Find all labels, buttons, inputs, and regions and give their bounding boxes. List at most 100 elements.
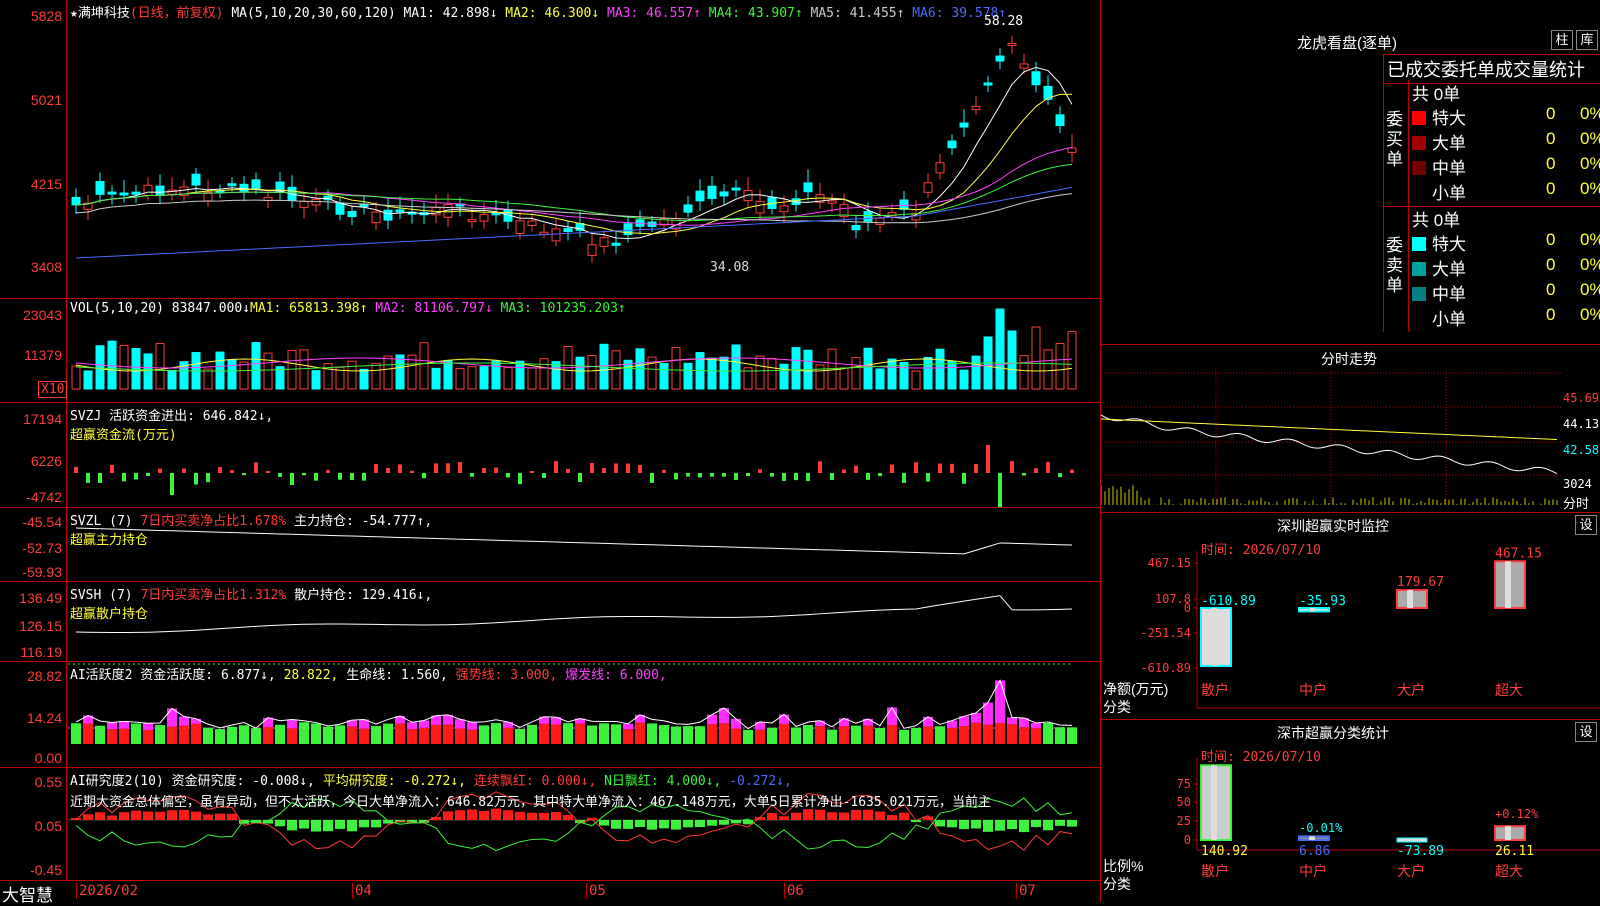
svsh-pane[interactable]: 136.49 126.15 116.19 SVSH (7) 7日内买卖净占比1.… — [0, 581, 1100, 662]
research-bar — [959, 820, 969, 830]
activity-bar — [995, 722, 1005, 744]
x-tick: 07 — [1016, 883, 1036, 899]
x-tick: 04 — [352, 883, 372, 899]
activity-bar-top — [407, 722, 417, 730]
color-swatch — [1412, 186, 1426, 200]
flow-bar — [134, 473, 138, 480]
class-ylabel: 比例% — [1103, 858, 1144, 874]
buy-row: 中单 0 0% — [1412, 154, 1600, 179]
candle-body — [227, 183, 237, 187]
volume-bar — [431, 367, 441, 390]
research-bar — [143, 811, 153, 820]
activity-bar — [911, 727, 921, 744]
volume-bar — [203, 368, 213, 390]
sell-total: 共 0单 — [1412, 211, 1461, 230]
color-swatch — [1412, 237, 1426, 251]
buy-row: 大单 0 0% — [1412, 129, 1600, 154]
volume-bar — [383, 355, 393, 390]
classification-panel[interactable]: 深市超赢分类统计 设 时间: 2026/07/10 75 50 25 0 140.92 散… — [1100, 719, 1600, 901]
flow-bar — [446, 463, 450, 473]
intraday-panel[interactable]: 分时走势 45.69 44.13 42.58 3024 分时 — [1100, 344, 1600, 513]
candle-body — [683, 204, 693, 213]
monitor-bar-chart: 467.15107.80-251.54-610.89-610.89散户-35.9… — [1140, 546, 1600, 709]
ai-research-pane[interactable]: 0.55 0.05 -0.45 AI研究度2(10) 资金研究度: -0.008… — [0, 767, 1100, 881]
flow-bar — [74, 466, 78, 473]
flow-bar — [422, 473, 426, 479]
flow-bar — [794, 473, 798, 481]
flow-bar — [470, 473, 474, 477]
research-bar — [887, 815, 897, 820]
research-bar — [803, 809, 813, 820]
activity-bar-top — [707, 714, 717, 725]
activity-bar — [731, 728, 741, 744]
activity-bar — [431, 724, 441, 744]
flow-bar — [650, 473, 654, 483]
bar-highlight — [1309, 836, 1315, 840]
ai2-p3: 连续飘红: 0.000↓, — [473, 774, 597, 789]
ai-activity-pane[interactable]: 28.82 14.24 0.00 AI活跃度2 资金活跃度: 6.877↓, 2… — [0, 661, 1100, 768]
svzl-pane[interactable]: -45.54 -52.73 -59.93 SVZL (7) 7日内买卖净占比1.… — [0, 507, 1100, 582]
activity-bar — [695, 726, 705, 744]
activity-bar — [587, 725, 597, 744]
ma-5: MA5: 41.455↑ — [810, 6, 913, 21]
activity-bar — [131, 723, 141, 744]
row-pct: 0% — [1580, 255, 1600, 274]
candle-body — [599, 237, 609, 247]
ai2-p4: N日飘红: 4.000↓, — [604, 774, 722, 789]
activity-bar — [515, 728, 525, 744]
activity-bar — [983, 724, 993, 744]
flow-bar — [938, 463, 942, 473]
flow-bar — [902, 473, 906, 483]
flow-bar — [338, 473, 342, 480]
volume-bar — [239, 361, 249, 390]
volume-bar — [875, 368, 885, 390]
research-bar — [563, 814, 573, 820]
price-pane[interactable]: 5828 5021 4215 3408 ★满坤科技(日线，前复权) MA(5,1… — [0, 0, 1100, 298]
activity-bar — [863, 725, 873, 744]
ai1-header: AI活跃度2 资金活跃度: 6.877↓, 28.822, 生命线: 1.560… — [70, 664, 667, 683]
candlestick-chart[interactable] — [0, 0, 1100, 298]
y-tick-label: 0 — [1184, 601, 1191, 615]
activity-bar — [803, 725, 813, 744]
activity-bar — [359, 728, 369, 744]
ai2-header: AI研究度2(10) 资金研究度: -0.008↓, 平均研究度: -0.272… — [70, 770, 1095, 810]
volume-bar — [287, 350, 297, 390]
activity-bar — [383, 723, 393, 744]
flow-bar — [590, 462, 594, 473]
category-label: 中户 — [1299, 682, 1327, 698]
research-bar — [1067, 820, 1077, 827]
flow-bar — [842, 469, 846, 473]
volume-bar — [611, 350, 621, 390]
color-swatch — [1412, 161, 1426, 175]
row-pct: 0% — [1580, 305, 1600, 324]
activity-bar — [83, 723, 93, 744]
flow-bar — [386, 467, 390, 473]
y-tick-label: -251.54 — [1140, 626, 1191, 640]
volume-bar — [167, 369, 177, 390]
flow-bar — [782, 473, 786, 481]
flow-bar — [1010, 461, 1014, 473]
research-bar — [935, 820, 945, 827]
volume-bar — [263, 352, 273, 390]
flow-bar — [242, 473, 246, 476]
buy-row: 小单 0 0% — [1412, 179, 1600, 204]
library-button[interactable]: 库 — [1576, 30, 1598, 50]
research-bar — [635, 820, 645, 827]
ai1-p3: 生命线: 1.560, — [346, 668, 448, 683]
activity-bar — [167, 726, 177, 744]
realtime-monitor-panel[interactable]: 深圳超赢实时监控 设 时间: 2026/07/10 467.15 107.8 0 -2… — [1100, 512, 1600, 720]
research-bar — [995, 820, 1005, 831]
pct-label: +0.12% — [1495, 807, 1539, 821]
svzj-pane[interactable]: 17194 6226 -4742 SVZJ 活跃资金进出: 646.842↓, … — [0, 402, 1100, 508]
volume-bar — [1031, 326, 1041, 390]
volume-bar — [911, 370, 921, 390]
volume-bar — [995, 308, 1005, 390]
activity-bar — [1067, 727, 1077, 744]
flow-bar — [554, 461, 558, 473]
flow-bar — [566, 468, 570, 473]
bar-view-button[interactable]: 柱 — [1551, 30, 1573, 50]
volume-pane[interactable]: 23043 11379 X10 VOL(5,10,20) 83847.000↓M… — [0, 298, 1100, 403]
activity-bar — [659, 725, 669, 744]
activity-bar — [95, 725, 105, 744]
ma-4: MA4: 43.907↑ — [708, 6, 811, 21]
